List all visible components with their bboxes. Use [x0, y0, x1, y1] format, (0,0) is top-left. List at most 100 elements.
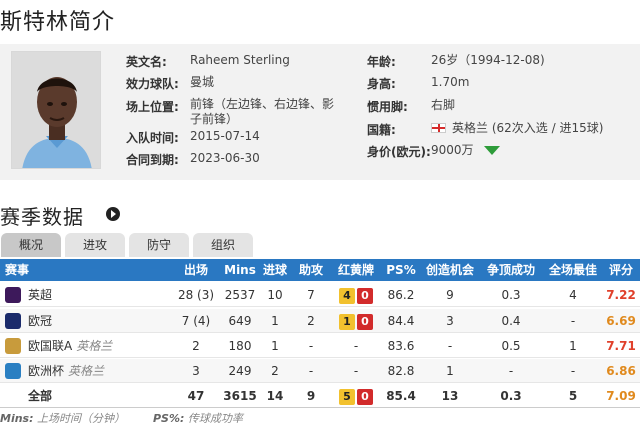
table-row[interactable]: 欧国联A 英格兰 2 180 1 - 83.6 - 0.5 1 - 7.71 [0, 334, 640, 358]
table-row[interactable]: 欧冠 7 (4) 649 1 2 84.4 3 0.4-1 0 6.69 [0, 309, 640, 333]
cell-motm: - [570, 364, 576, 378]
cell-apps: 28 (3) [177, 288, 215, 302]
cell-goals: 2 [271, 364, 279, 378]
cell-cards: - [330, 359, 382, 382]
cell-ps: 84.4 [387, 314, 415, 328]
table-row[interactable]: 全部 47 3615 14 9 85.4 13 0.3 5 5 0 7.09 [0, 384, 640, 408]
header-assists[interactable]: 助攻 [292, 259, 330, 281]
cell-mins: 2537 [224, 288, 256, 302]
market-value-text: 9000万 [431, 143, 474, 157]
label-age: 年龄: [367, 55, 396, 69]
player-photo [11, 51, 101, 169]
page-title: 斯特林简介 [0, 10, 116, 35]
header-cards[interactable]: 红黄牌 [330, 259, 382, 281]
footnote-ps-text: 传球成功率 [187, 412, 243, 425]
cell-competition[interactable]: 英超 [28, 283, 168, 306]
cell-competition[interactable]: 欧洲杯 英格兰 [28, 359, 168, 382]
footnote-mins-text: 上场时间（分钟） [37, 412, 125, 425]
header-rating[interactable]: 评分 [604, 259, 638, 281]
cell-rating: 7.71 [606, 339, 636, 353]
cell-motm: - [570, 314, 576, 328]
cell-mins: 180 [228, 339, 252, 353]
value-team[interactable]: 曼城 [190, 74, 214, 91]
header-chances[interactable]: 创造机会 [420, 259, 480, 281]
yellow-card-badge: 1 [339, 313, 355, 330]
label-position: 场上位置: [126, 100, 179, 114]
yellow-card-badge: 4 [339, 287, 355, 304]
tab-organize[interactable]: 组织 [193, 233, 253, 257]
cell-aerial: 0.3 [501, 288, 521, 302]
competition-logo-icon [5, 313, 21, 329]
value-nationality[interactable]: 英格兰 (62次入选 / 进15球) [431, 120, 603, 137]
competition-logo-icon [5, 287, 21, 303]
cell-competition[interactable]: 欧冠 [28, 309, 168, 332]
stats-table-header: 赛事 出场 Mins 进球 助攻 红黄牌 PS% 创造机会 争顶成功 全场最佳 … [0, 259, 640, 281]
label-height: 身高: [367, 77, 396, 91]
cell-ps: 83.6 [387, 339, 415, 353]
cell-chances: 9 [446, 288, 454, 302]
nationality-text: 英格兰 (62次入选 / 进15球) [452, 121, 604, 135]
header-competition[interactable]: 赛事 [5, 259, 65, 281]
cell-chances: 3 [446, 314, 454, 328]
competition-name: 欧洲杯 [28, 364, 65, 378]
tab-overview[interactable]: 概况 [1, 233, 61, 257]
profile-card: 英文名: Raheem Sterling 效力球队: 曼城 场上位置: 前锋（左… [0, 44, 640, 180]
cell-mins: 649 [228, 314, 252, 328]
value-join-date: 2015-07-14 [190, 129, 260, 143]
cell-motm: 4 [569, 288, 577, 302]
tab-attack[interactable]: 进攻 [65, 233, 125, 257]
label-team: 效力球队: [126, 77, 179, 91]
header-motm[interactable]: 全场最佳 [544, 259, 602, 281]
cell-rating: 7.09 [606, 389, 636, 403]
value-english-name: Raheem Sterling [190, 53, 290, 67]
cell-assists: - [308, 364, 314, 378]
competition-name: 欧国联A [28, 339, 73, 353]
season-stats-title: 赛季数据 [0, 205, 84, 229]
cards-empty: - [353, 339, 359, 353]
header-goals[interactable]: 进球 [256, 259, 294, 281]
cell-apps: 7 (4) [181, 314, 211, 328]
label-join-date: 入队时间: [126, 131, 179, 145]
cell-goals: 1 [271, 314, 279, 328]
value-height: 1.70m [431, 75, 470, 89]
cards-empty: - [353, 364, 359, 378]
arrow-right-circle-icon[interactable] [106, 207, 120, 221]
header-mins[interactable]: Mins [220, 259, 260, 281]
cell-aerial: 0.3 [500, 389, 522, 403]
table-row[interactable]: 英超 28 (3) 2537 10 7 86.2 9 0.3 4 4 0 7.22 [0, 283, 640, 307]
label-english-name: 英文名: [126, 55, 167, 69]
cell-rating: 6.69 [606, 314, 636, 328]
cell-mins: 3615 [223, 389, 257, 403]
header-aerial[interactable]: 争顶成功 [481, 259, 541, 281]
cell-rating: 6.86 [606, 364, 636, 378]
tab-defense[interactable]: 防守 [129, 233, 189, 257]
cell-aerial: 0.5 [501, 339, 521, 353]
cell-aerial: - [508, 364, 514, 378]
footnote-mins-label: Mins: [0, 412, 34, 425]
label-contract-end: 合同到期: [126, 153, 179, 167]
competition-name: 全部 [28, 389, 53, 403]
cell-competition[interactable]: 欧国联A 英格兰 [28, 334, 168, 357]
england-flag-icon [431, 123, 446, 133]
value-market-value: 9000万 [431, 142, 500, 159]
cell-ps: 86.2 [387, 288, 415, 302]
cell-goals: 10 [267, 288, 283, 302]
competition-logo-icon [5, 338, 21, 354]
player-portrait-icon [12, 52, 100, 168]
value-preferred-foot: 右脚 [431, 98, 456, 112]
cell-motm: 5 [568, 389, 578, 403]
cell-assists: 2 [307, 314, 315, 328]
cell-apps: 3 [192, 364, 200, 378]
cell-goals: 1 [271, 339, 279, 353]
header-ps[interactable]: PS% [382, 259, 420, 281]
cell-chances: 1 [446, 364, 454, 378]
competition-name: 欧冠 [28, 314, 53, 328]
cell-assists: - [308, 339, 314, 353]
cell-competition[interactable]: 全部 [28, 384, 168, 407]
table-row[interactable]: 欧洲杯 英格兰 3 249 2 - 82.8 1 - - - 6.86 [0, 359, 640, 383]
red-card-badge: 0 [357, 313, 373, 330]
red-card-badge: 0 [357, 287, 373, 304]
header-apps[interactable]: 出场 [170, 259, 222, 281]
cell-apps: 47 [187, 389, 205, 403]
cell-aerial: 0.4 [501, 314, 521, 328]
